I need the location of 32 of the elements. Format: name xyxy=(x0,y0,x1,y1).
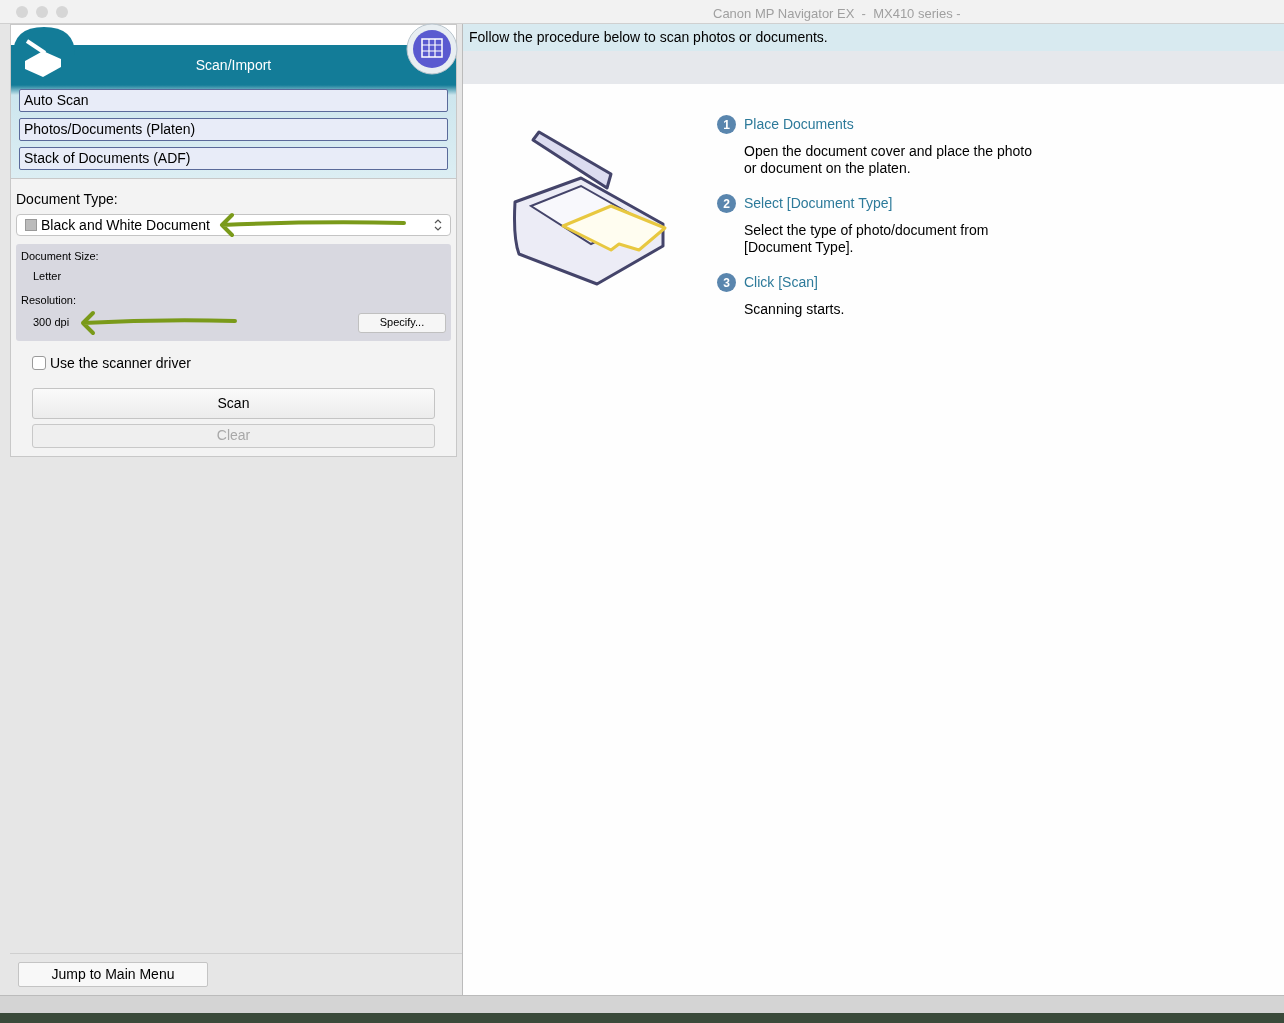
grid-icon[interactable] xyxy=(406,23,458,75)
field-label: Resolution: xyxy=(21,293,78,308)
step-number-badge: 2 xyxy=(717,194,736,213)
checkbox-label: Use the scanner driver xyxy=(50,353,191,373)
step-title: Select [Document Type] xyxy=(744,194,893,213)
chevron-up-down-icon xyxy=(434,219,442,231)
window-title: Canon MP Navigator EX - MX410 series - xyxy=(713,5,961,23)
scan-button[interactable]: Scan xyxy=(32,387,435,419)
panel-title: Scan/Import xyxy=(195,55,272,75)
zoom-button[interactable] xyxy=(56,5,68,18)
document-type-dropdown[interactable]: Black and White Document xyxy=(16,214,451,236)
scan-mode-button[interactable]: Stack of Documents (ADF) xyxy=(19,147,448,170)
step-title: Place Documents xyxy=(744,115,854,134)
field-label: Document Size: xyxy=(21,249,100,264)
main-menu-button[interactable]: Jump to Main Menu xyxy=(18,962,208,987)
step-description: Scanning starts. xyxy=(744,301,846,318)
step-number-badge: 3 xyxy=(717,273,736,292)
document-size-value: Letter xyxy=(32,268,63,284)
scan-mode-button[interactable]: Photos/Documents (Platen) xyxy=(19,118,448,141)
document-icon xyxy=(25,219,37,231)
resolution-value: 300 dpi xyxy=(32,315,70,331)
scan-mode-button[interactable]: Auto Scan xyxy=(19,89,448,112)
step-title: Click [Scan] xyxy=(744,273,818,292)
field-label: Document Type: xyxy=(16,190,119,209)
step-description: Select the type of photo/document from [Document Type]. xyxy=(744,222,990,256)
checkbox[interactable] xyxy=(32,356,46,370)
instruction-bar: Follow the procedure below to scan photos or documents. xyxy=(463,24,1284,51)
close-button[interactable] xyxy=(16,5,28,18)
step-description: Open the document cover and place the photo or document on the platen. xyxy=(744,143,1033,177)
step-number-badge: 1 xyxy=(717,115,736,134)
minimize-button[interactable] xyxy=(36,5,48,18)
specify-button[interactable]: Specify... xyxy=(358,312,446,333)
